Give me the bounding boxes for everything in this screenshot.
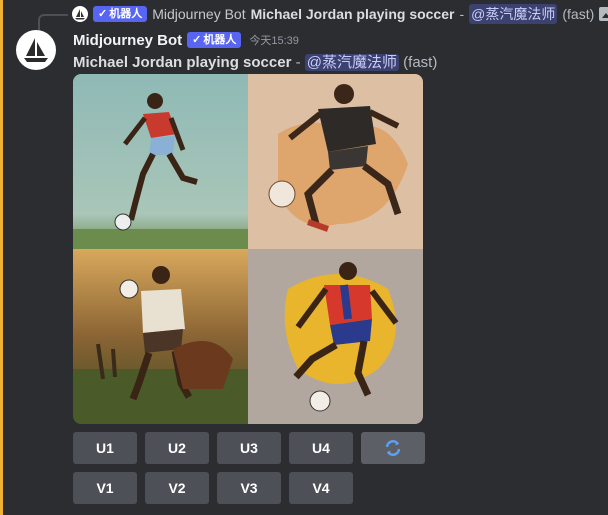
message-header: Midjourney Bot ✓ 机器人 今天15:39 — [73, 30, 299, 50]
reply-preview[interactable]: ✓ 机器人 Midjourney Bot Michael Jordan playi… — [72, 4, 608, 24]
sailboat-icon — [75, 9, 85, 20]
bot-badge: ✓ 机器人 — [187, 32, 242, 48]
sailboat-icon — [24, 38, 48, 62]
v3-button[interactable]: V3 — [217, 472, 281, 504]
username[interactable]: Midjourney Bot — [73, 32, 182, 49]
reply-mention[interactable]: @蒸汽魔法师 — [469, 4, 558, 24]
v1-button[interactable]: V1 — [73, 472, 137, 504]
avatar[interactable] — [16, 30, 56, 70]
reply-prompt[interactable]: Michael Jordan playing soccer — [251, 6, 455, 22]
image-grid[interactable] — [73, 74, 423, 424]
v4-button[interactable]: V4 — [289, 472, 353, 504]
message-prompt: Michael Jordan playing soccer — [73, 54, 292, 71]
refresh-icon — [385, 440, 401, 456]
action-buttons: U1 U2 U3 U4 V1 V2 V3 V4 — [73, 432, 425, 512]
reply-speed: (fast) — [562, 6, 595, 22]
v2-button[interactable]: V2 — [145, 472, 209, 504]
reply-avatar[interactable] — [72, 6, 88, 22]
message-mention[interactable]: @蒸汽魔法师 — [304, 54, 399, 71]
reply-separator: - — [459, 6, 465, 22]
message-content: Michael Jordan playing soccer - @蒸汽魔法师 (… — [73, 51, 437, 72]
check-icon: ✓ — [192, 34, 202, 46]
image-2[interactable] — [248, 74, 423, 249]
image-3[interactable] — [73, 249, 248, 424]
message-speed: (fast) — [403, 54, 438, 71]
u3-button[interactable]: U3 — [217, 432, 281, 464]
upscale-row: U1 U2 U3 U4 — [73, 432, 425, 464]
variation-row: V1 V2 V3 V4 — [73, 472, 425, 504]
u1-button[interactable]: U1 — [73, 432, 137, 464]
check-icon: ✓ — [98, 8, 108, 20]
timestamp[interactable]: 今天15:39 — [249, 32, 299, 48]
highlight-bar — [0, 0, 3, 515]
image-1[interactable] — [73, 74, 248, 249]
image-icon — [599, 7, 608, 21]
u2-button[interactable]: U2 — [145, 432, 209, 464]
image-4[interactable] — [248, 249, 423, 424]
reroll-button[interactable] — [361, 432, 425, 464]
reply-connector — [38, 14, 68, 30]
message-separator: - — [291, 54, 305, 71]
u4-button[interactable]: U4 — [289, 432, 353, 464]
bot-badge: ✓ 机器人 — [93, 6, 148, 22]
reply-author[interactable]: Midjourney Bot — [152, 6, 245, 22]
